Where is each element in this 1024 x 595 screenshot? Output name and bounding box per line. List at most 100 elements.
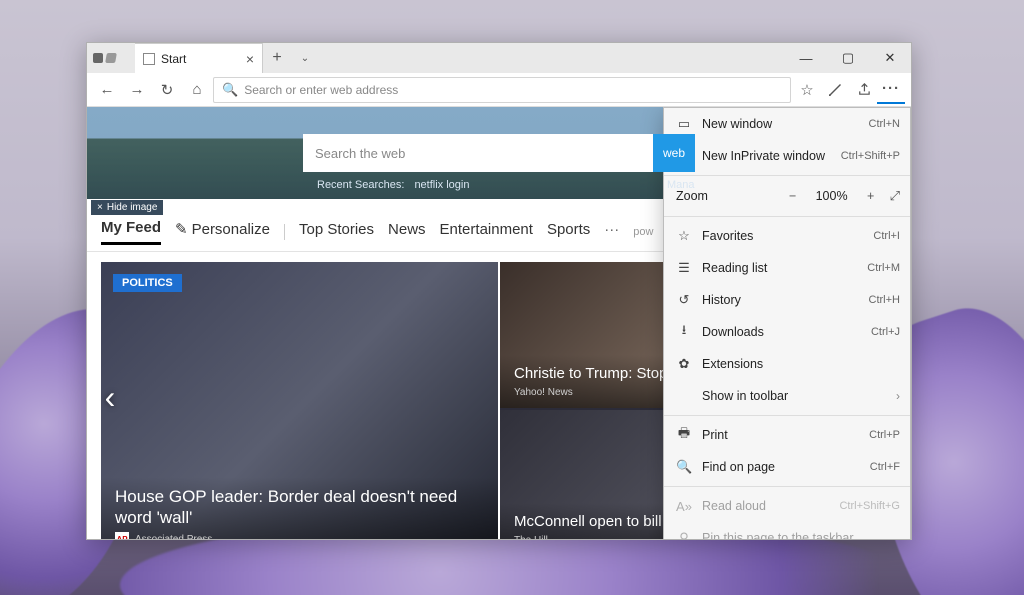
menu-find-on-page[interactable]: 🔍 Find on page Ctrl+F [664,451,910,483]
menu-shortcut: Ctrl+H [869,294,900,306]
tab-personalize[interactable]: ✎ Personalize [175,220,270,244]
news-card-main[interactable]: POLITICS House GOP leader: Border deal d… [101,262,498,539]
recent-searches-row: Recent Searches: netflix login Mana [317,179,469,191]
zoom-in-button[interactable]: + [860,189,882,203]
menu-print[interactable]: 🖶 Print Ctrl+P [664,419,910,451]
window-maximize-button[interactable]: ▢ [827,43,869,73]
search-icon: 🔍 [222,82,238,98]
taskview-icon [93,53,103,63]
navigation-bar: ← → ↻ ⌂ 🔍 Search or enter web address ☆ … [87,73,911,107]
news-card-overlay: House GOP leader: Border deal doesn't ne… [101,477,498,539]
pin-icon: ⚲ [676,530,692,539]
address-bar[interactable]: 🔍 Search or enter web address [213,77,791,103]
news-headline: House GOP leader: Border deal doesn't ne… [115,487,484,528]
read-aloud-icon: A» [676,499,692,514]
menu-separator [664,175,910,176]
close-icon: × [97,202,103,213]
extensions-icon: ✿ [676,356,692,372]
tab-sports[interactable]: Sports [547,221,590,244]
menu-favorites[interactable]: ☆ Favorites Ctrl+I [664,220,910,252]
menu-extensions[interactable]: ✿ Extensions [664,348,910,380]
menu-label: History [702,293,859,307]
refresh-button[interactable]: ↻ [153,76,181,104]
tab-news[interactable]: News [388,221,426,244]
menu-new-inprivate[interactable]: ◧ New InPrivate window Ctrl+Shift+P [664,140,910,172]
fullscreen-button[interactable]: ⤢ [890,188,900,204]
menu-read-aloud: A» Read aloud Ctrl+Shift+G [664,490,910,522]
menu-label: Find on page [702,460,860,474]
hide-image-button[interactable]: × Hide image [91,200,163,215]
menu-pin-taskbar: ⚲ Pin this page to the taskbar [664,522,910,539]
category-badge: POLITICS [113,274,182,292]
menu-new-window[interactable]: ▭ New window Ctrl+N [664,108,910,140]
web-search-placeholder: Search the web [315,146,405,161]
download-icon: ⭳ [676,321,692,343]
zoom-out-button[interactable]: − [782,189,804,203]
carousel-prev-button[interactable]: ‹ [97,377,123,417]
tab-entertainment[interactable]: Entertainment [440,221,533,244]
window-minimize-button[interactable]: — [785,43,827,73]
menu-label: Downloads [702,325,861,339]
menu-zoom-row: Zoom − 100% + ⤢ [664,179,910,213]
new-tab-button[interactable]: + [263,43,291,73]
menu-label: Print [702,428,859,442]
print-icon: 🖶 [676,424,692,446]
menu-label: Reading list [702,261,857,275]
tab-my-feed[interactable]: My Feed [101,219,161,245]
home-button[interactable]: ⌂ [183,76,211,104]
menu-history[interactable]: ↺ History Ctrl+H [664,284,910,316]
web-search-input[interactable]: Search the web [303,134,653,172]
news-source-label: Yahoo! News [514,387,573,398]
feed-more-button[interactable]: ··· [604,221,619,244]
titlebar: Start × + ⌄ — ▢ ✕ [87,43,911,73]
tab-favicon-icon [143,53,155,65]
recent-manage-link[interactable]: Mana [667,179,695,191]
search-icon: 🔍 [676,459,692,475]
favorites-star-button[interactable]: ☆ [793,76,821,104]
menu-label: New window [702,117,859,131]
menu-shortcut: Ctrl+J [871,326,900,338]
menu-separator [664,415,910,416]
window-icon: ▭ [676,116,692,132]
tab-divider [284,224,285,240]
menu-shortcut: Ctrl+F [870,461,900,473]
news-source-label: The Hill [514,535,548,539]
tab-top-stories[interactable]: Top Stories [299,221,374,244]
history-icon: ↺ [676,292,692,308]
news-source: AP Associated Press [115,532,484,539]
chevron-right-icon: › [896,389,900,403]
menu-zoom-label: Zoom [676,189,774,203]
menu-label: Favorites [702,229,863,243]
set-aside-tabs-icon[interactable] [105,53,117,63]
menu-label: New InPrivate window [702,149,831,163]
tab-close-icon[interactable]: × [246,51,254,67]
menu-separator [664,216,910,217]
web-search-button[interactable]: web [653,134,695,172]
tabs-dropdown-button[interactable]: ⌄ [291,43,319,73]
share-button[interactable] [849,76,877,104]
menu-label: Read aloud [702,499,829,513]
menu-shortcut: Ctrl+N [869,118,900,130]
reading-view-button[interactable] [821,76,849,104]
source-badge-icon: AP [115,532,129,539]
recent-search-item[interactable]: netflix login [414,179,469,191]
menu-shortcut: Ctrl+M [867,262,900,274]
menu-separator [664,486,910,487]
recent-searches-label: Recent Searches: [317,179,404,191]
taskview-icons [87,43,135,73]
forward-button[interactable]: → [123,76,151,104]
menu-show-in-toolbar[interactable]: Show in toolbar › [664,380,910,412]
powered-by-label: pow [633,226,653,238]
back-button[interactable]: ← [93,76,121,104]
browser-tab-start[interactable]: Start × [135,43,263,73]
menu-downloads[interactable]: ⭳ Downloads Ctrl+J [664,316,910,348]
menu-label: Pin this page to the taskbar [702,531,900,539]
address-placeholder: Search or enter web address [244,83,398,97]
window-close-button[interactable]: ✕ [869,43,911,73]
menu-reading-list[interactable]: ☰ Reading list Ctrl+M [664,252,910,284]
settings-and-more-button[interactable]: ··· [877,76,905,104]
menu-shortcut: Ctrl+Shift+P [841,150,900,162]
web-search-button-label: web [663,146,685,160]
menu-label: Extensions [702,357,900,371]
edge-browser-window: Start × + ⌄ — ▢ ✕ ← → ↻ ⌂ 🔍 Search or en… [86,42,912,540]
